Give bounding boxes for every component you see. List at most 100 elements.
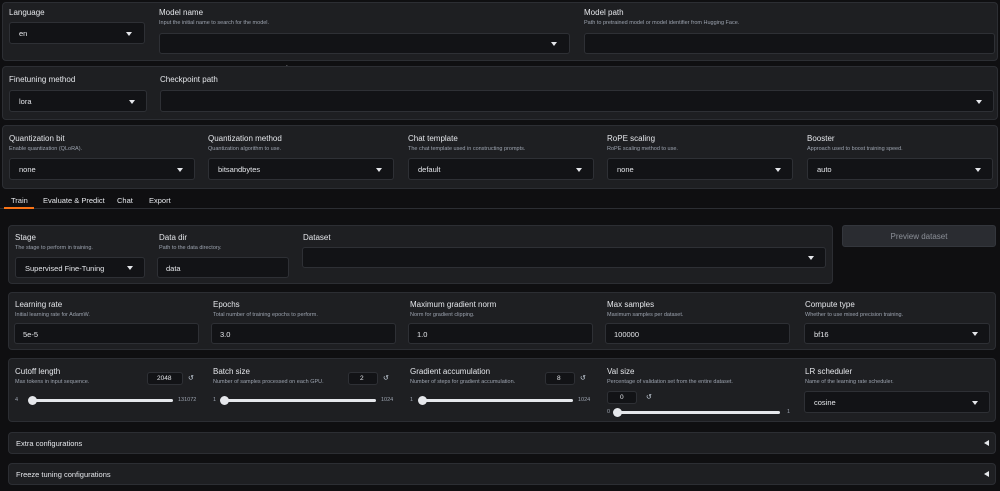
data-dir-input[interactable]: data (157, 257, 289, 278)
cutoff-length-label: Cutoff length (15, 367, 61, 376)
gradient-accumulation-slider[interactable] (417, 396, 573, 405)
chevron-down-icon (129, 100, 135, 104)
batch-size-info: Number of samples processed on each GPU. (213, 379, 324, 385)
max-grad-norm-value: 1.0 (417, 330, 428, 339)
chevron-down-icon (972, 401, 978, 405)
chevron-down-icon (376, 168, 382, 172)
max-samples-label: Max samples (607, 300, 655, 309)
freeze-tuning-label: Freeze tuning configurations (16, 470, 111, 479)
quantization-method-value: bitsandbytes (218, 165, 261, 174)
val-size-slider[interactable] (612, 408, 780, 417)
learning-rate-input[interactable]: 5e-5 (14, 323, 199, 344)
val-size-min: 0 (607, 409, 611, 415)
extra-configurations-accordion[interactable]: Extra configurations (8, 432, 996, 454)
chevron-down-icon (972, 332, 978, 336)
max-samples-value: 100000 (614, 330, 640, 339)
chevron-down-icon (551, 42, 557, 46)
tab-train-underline (4, 207, 34, 209)
chevron-down-icon (576, 168, 582, 172)
reset-icon[interactable]: ↺ (383, 374, 389, 382)
tab-evaluate-predict[interactable]: Evaluate & Predict (43, 196, 105, 205)
cutoff-length-slider[interactable] (27, 396, 173, 405)
tab-chat[interactable]: Chat (117, 196, 133, 205)
model-name-info: Input the initial name to search for the… (159, 20, 270, 26)
quantization-bit-value: none (19, 165, 36, 174)
batch-size-max: 1024 (381, 397, 394, 403)
rope-scaling-label: RoPE scaling (607, 134, 656, 143)
freeze-tuning-accordion[interactable]: Freeze tuning configurations (8, 463, 996, 485)
finetuning-method-select[interactable]: lora (9, 90, 147, 112)
reset-icon[interactable]: ↺ (580, 374, 586, 382)
gradient-accumulation-info: Number of steps for gradient accumulatio… (410, 379, 516, 385)
reset-icon[interactable]: ↺ (188, 374, 194, 382)
chevron-down-icon (126, 32, 132, 36)
quantization-method-select[interactable]: bitsandbytes (208, 158, 394, 180)
compute-type-select[interactable]: bf16 (804, 323, 990, 344)
cutoff-length-value: 2048 (157, 375, 172, 382)
epochs-value: 3.0 (220, 330, 231, 339)
data-dir-info: Path to the data directory. (159, 245, 222, 251)
stage-label: Stage (15, 233, 36, 242)
language-value: en (19, 29, 28, 38)
lr-scheduler-label: LR scheduler (805, 367, 853, 376)
max-samples-info: Maximum samples per dataset. (607, 312, 684, 318)
cutoff-length-slider-thumb[interactable] (27, 396, 37, 405)
data-dir-value: data (166, 264, 181, 273)
model-name-select[interactable] (159, 33, 570, 54)
max-grad-norm-label: Maximum gradient norm (410, 300, 497, 309)
model-path-label: Model path (584, 8, 624, 17)
val-size-label: Val size (607, 367, 635, 376)
chevron-down-icon (975, 168, 981, 172)
stage-select[interactable]: Supervised Fine-Tuning (15, 257, 145, 278)
val-size-slider-thumb[interactable] (612, 408, 622, 417)
booster-info: Approach used to boost training speed. (807, 146, 903, 152)
gradient-accumulation-min: 1 (410, 397, 414, 403)
chat-template-label: Chat template (408, 134, 458, 143)
chat-template-select[interactable]: default (408, 158, 594, 180)
batch-size-slider-thumb[interactable] (219, 396, 229, 405)
max-grad-norm-input[interactable]: 1.0 (408, 323, 593, 344)
checkpoint-path-select[interactable] (160, 90, 994, 112)
tab-export[interactable]: Export (149, 196, 171, 205)
batch-size-value: 2 (360, 375, 364, 382)
cutoff-length-number-input[interactable]: 2048 (147, 372, 183, 385)
epochs-input[interactable]: 3.0 (211, 323, 396, 344)
cutoff-length-info: Max tokens in input sequence. (15, 379, 90, 385)
epochs-label: Epochs (213, 300, 240, 309)
dataset-label: Dataset (303, 233, 331, 242)
gradient-accumulation-max: 1024 (578, 397, 591, 403)
quantization-bit-label: Quantization bit (9, 134, 65, 143)
booster-select[interactable]: auto (807, 158, 993, 180)
val-size-max: 1 (787, 409, 791, 415)
compute-type-label: Compute type (805, 300, 855, 309)
learning-rate-info: Initial learning rate for AdamW. (15, 312, 90, 318)
quantization-method-label: Quantization method (208, 134, 282, 143)
gradient-accumulation-number-input[interactable]: 8 (545, 372, 575, 385)
model-path-info: Path to pretrained model or model identi… (584, 20, 740, 26)
quantization-bit-select[interactable]: none (9, 158, 195, 180)
lr-scheduler-select[interactable]: cosine (804, 391, 990, 413)
rope-scaling-select[interactable]: none (607, 158, 793, 180)
language-select[interactable]: en (9, 22, 145, 44)
rope-scaling-info: RoPE scaling method to use. (607, 146, 678, 152)
batch-size-number-input[interactable]: 2 (348, 372, 378, 385)
model-name-label: Model name (159, 8, 204, 17)
language-label: Language (9, 8, 45, 17)
preview-dataset-button[interactable]: Preview dataset (842, 225, 996, 247)
gradient-accumulation-slider-thumb[interactable] (417, 396, 427, 405)
lr-scheduler-info: Name of the learning rate scheduler. (805, 379, 894, 385)
model-path-input[interactable] (584, 33, 995, 54)
dataset-select[interactable] (302, 247, 826, 268)
chat-template-info: The chat template used in constructing p… (408, 146, 526, 152)
finetuning-method-label: Finetuning method (9, 75, 76, 84)
tab-train[interactable]: Train (11, 196, 28, 205)
booster-value: auto (817, 165, 832, 174)
epochs-info: Total number of training epochs to perfo… (213, 312, 318, 318)
batch-size-slider[interactable] (219, 396, 376, 405)
extra-configurations-label: Extra configurations (16, 439, 83, 448)
chevron-down-icon (177, 168, 183, 172)
val-size-number-input[interactable]: 0 (607, 391, 637, 404)
max-samples-input[interactable]: 100000 (605, 323, 790, 344)
reset-icon[interactable]: ↺ (646, 393, 652, 401)
cutoff-length-min: 4 (15, 397, 19, 403)
